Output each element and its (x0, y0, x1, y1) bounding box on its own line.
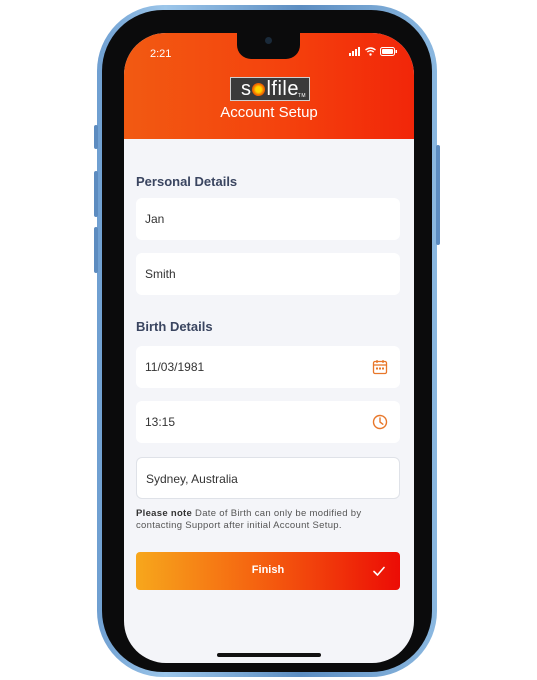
phone-frame: 2:21 s lfile TM Account Setup Personal D… (94, 5, 440, 677)
volume-up-button (94, 171, 98, 217)
wifi-icon (365, 47, 376, 56)
calendar-icon[interactable] (372, 359, 388, 375)
clock-icon[interactable] (372, 414, 388, 430)
volume-down-button (94, 227, 98, 273)
screen: 2:21 s lfile TM Account Setup Personal D… (124, 33, 414, 663)
mute-switch (94, 125, 98, 149)
camera (265, 37, 272, 44)
finish-label: Finish (251, 564, 285, 576)
battery-icon (380, 47, 397, 56)
power-button (436, 145, 440, 245)
birth-details-heading: Birth Details (136, 319, 213, 334)
birth-date-value: 11/03/1981 (145, 360, 205, 374)
check-icon (373, 566, 385, 576)
signal-icon (349, 47, 360, 56)
birth-date-field[interactable]: 11/03/1981 (136, 346, 400, 388)
birth-place-field[interactable]: Sydney, Australia (136, 457, 400, 499)
solfile-logo: s lfile TM (230, 77, 310, 101)
birth-time-field[interactable]: 13:15 (136, 401, 400, 443)
personal-details-heading: Personal Details (136, 174, 238, 189)
first-name-field[interactable]: Jan (136, 198, 400, 240)
status-icons (349, 47, 398, 56)
notch (237, 33, 300, 59)
phone-bezel: 2:21 s lfile TM Account Setup Personal D… (102, 10, 432, 672)
note-label: Please note (136, 508, 193, 519)
last-name-field[interactable]: Smith (136, 253, 400, 295)
birth-date-note: Please note Date of Birth can only be mo… (136, 508, 402, 532)
finish-button[interactable]: Finish (136, 552, 400, 590)
home-indicator[interactable] (217, 653, 321, 657)
page-title: Account Setup (220, 104, 318, 121)
birth-time-value: 13:15 (145, 415, 176, 429)
status-time: 2:21 (150, 48, 172, 60)
